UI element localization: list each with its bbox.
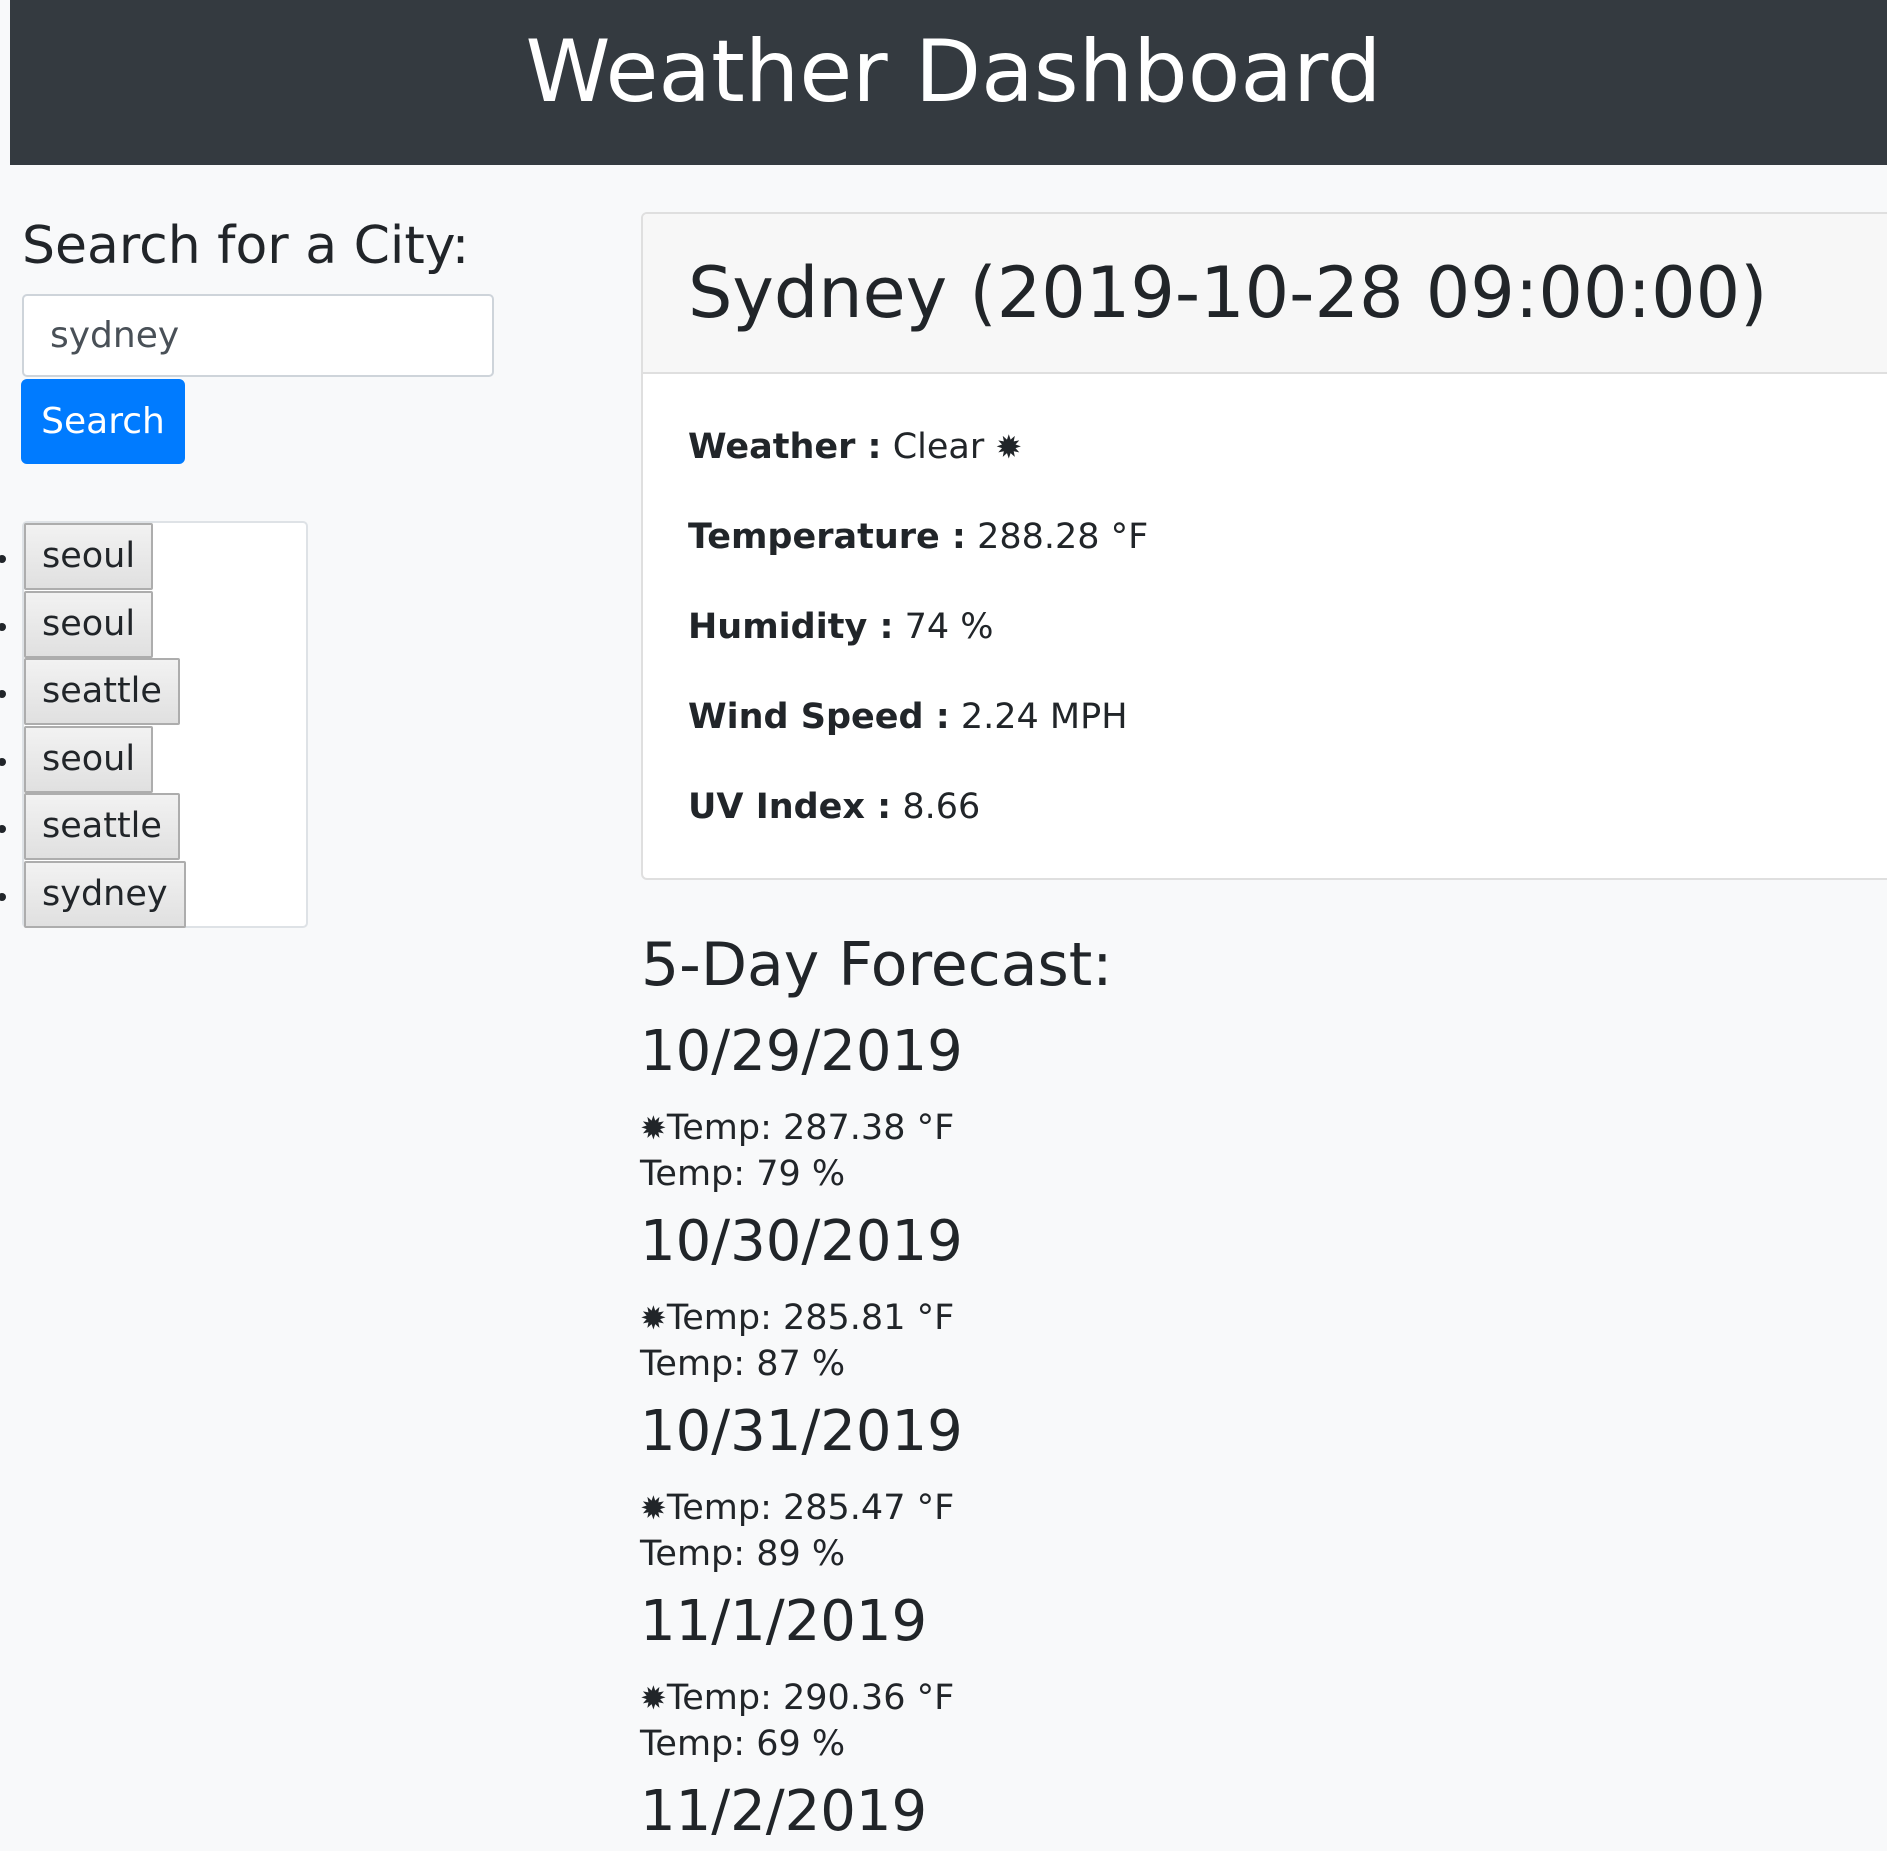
- forecast-temp-row: ✹Temp: 285.47 °F: [640, 1485, 1340, 1531]
- bullet-marker: [0, 757, 6, 766]
- history-city-button[interactable]: seoul: [24, 590, 154, 658]
- humidity-value: 74 %: [904, 607, 994, 647]
- bullet-marker: [0, 892, 6, 901]
- forecast-temp: Temp: 285.47 °F: [666, 1488, 955, 1528]
- forecast-temp: Temp: 290.36 °F: [666, 1678, 955, 1718]
- forecast-temp: Temp: 287.38 °F: [666, 1108, 955, 1148]
- forecast-temp-row: ✹Temp: 290.36 °F: [640, 1675, 1340, 1721]
- wind-speed-label: Wind Speed :: [688, 697, 950, 737]
- forecast-temp: Temp: 285.81 °F: [666, 1298, 955, 1338]
- history-city-button[interactable]: sydney: [24, 860, 186, 928]
- forecast-date: 10/29/2019: [640, 1019, 963, 1084]
- history-item: seoul: [0, 725, 186, 794]
- forecast-date: 10/30/2019: [640, 1209, 963, 1274]
- bullet-marker: [0, 555, 6, 563]
- weather-label: Weather :: [688, 427, 882, 467]
- uv-index-value: 8.66: [902, 787, 981, 827]
- current-weather-card: Sydney (2019-10-28 09:00:00) Weather : C…: [641, 212, 1887, 880]
- forecast-humidity: Temp: 87 %: [640, 1344, 846, 1384]
- temperature-label: Temperature :: [688, 517, 966, 557]
- bullet-marker: [0, 825, 6, 833]
- uv-index-row: UV Index : 8.66: [688, 784, 980, 830]
- sun-icon: ✹: [640, 1299, 667, 1337]
- bullet-marker: [0, 622, 6, 631]
- wind-speed-row: Wind Speed : 2.24 MPH: [688, 694, 1128, 740]
- card-header: Sydney (2019-10-28 09:00:00): [643, 214, 1887, 374]
- history-item: sydney: [0, 860, 186, 929]
- forecast-humidity: Temp: 79 %: [640, 1154, 846, 1194]
- forecast-humidity: Temp: 69 %: [640, 1724, 846, 1764]
- history-item: seoul: [0, 523, 186, 591]
- forecast-day: 11/1/2019 ✹Temp: 290.36 °F Temp: 69 %: [640, 1587, 1340, 1767]
- history-city-button[interactable]: seoul: [24, 523, 154, 590]
- forecast-date: 11/1/2019: [640, 1589, 928, 1654]
- forecast-day: 11/2/2019: [640, 1777, 1340, 1847]
- forecast-humidity: Temp: 89 %: [640, 1534, 846, 1574]
- history-item: seattle: [0, 793, 186, 861]
- weather-value: Clear: [892, 427, 985, 467]
- header-bar: Weather Dashboard: [10, 0, 1887, 165]
- search-history-list: seoul seoul seattle seoul seattle sydney: [0, 523, 186, 929]
- forecast-temp-row: ✹Temp: 285.81 °F: [640, 1295, 1340, 1341]
- sun-icon: ✹: [640, 1109, 667, 1147]
- temperature-value: 288.28 °F: [977, 517, 1149, 557]
- sun-icon: ✹: [640, 1489, 667, 1527]
- sun-icon: ✹: [640, 1679, 667, 1717]
- history-city-button[interactable]: seattle: [24, 793, 180, 860]
- city-date-title: Sydney (2019-10-28 09:00:00): [688, 252, 1768, 334]
- bullet-marker: [0, 690, 6, 698]
- city-search-input[interactable]: [22, 294, 494, 377]
- forecast-day: 10/31/2019 ✹Temp: 285.47 °F Temp: 89 %: [640, 1397, 1340, 1577]
- wind-speed-value: 2.24 MPH: [960, 697, 1128, 737]
- humidity-row: Humidity : 74 %: [688, 604, 994, 650]
- forecast-day: 10/29/2019 ✹Temp: 287.38 °F Temp: 79 %: [640, 1017, 1340, 1197]
- forecast-day: 10/30/2019 ✹Temp: 285.81 °F Temp: 87 %: [640, 1207, 1340, 1387]
- search-history-panel: seoul seoul seattle seoul seattle sydney: [0, 521, 308, 929]
- search-heading: Search for a City:: [22, 216, 470, 276]
- history-item: seattle: [0, 658, 186, 726]
- page-title: Weather Dashboard: [525, 22, 1382, 122]
- uv-index-label: UV Index :: [688, 787, 892, 827]
- humidity-label: Humidity :: [688, 607, 894, 647]
- forecast-date: 10/31/2019: [640, 1399, 963, 1464]
- history-item: seoul: [0, 590, 186, 659]
- forecast-temp-row: ✹Temp: 287.38 °F: [640, 1105, 1340, 1151]
- forecast-heading: 5-Day Forecast:: [641, 930, 1113, 1000]
- forecast-date: 11/2/2019: [640, 1779, 928, 1844]
- temperature-row: Temperature : 288.28 °F: [688, 514, 1148, 560]
- sun-icon: ✹: [995, 428, 1023, 466]
- search-button[interactable]: Search: [21, 379, 185, 464]
- weather-row: Weather : Clear ✹: [688, 424, 1022, 470]
- history-city-button[interactable]: seattle: [24, 658, 180, 725]
- history-city-button[interactable]: seoul: [24, 725, 154, 793]
